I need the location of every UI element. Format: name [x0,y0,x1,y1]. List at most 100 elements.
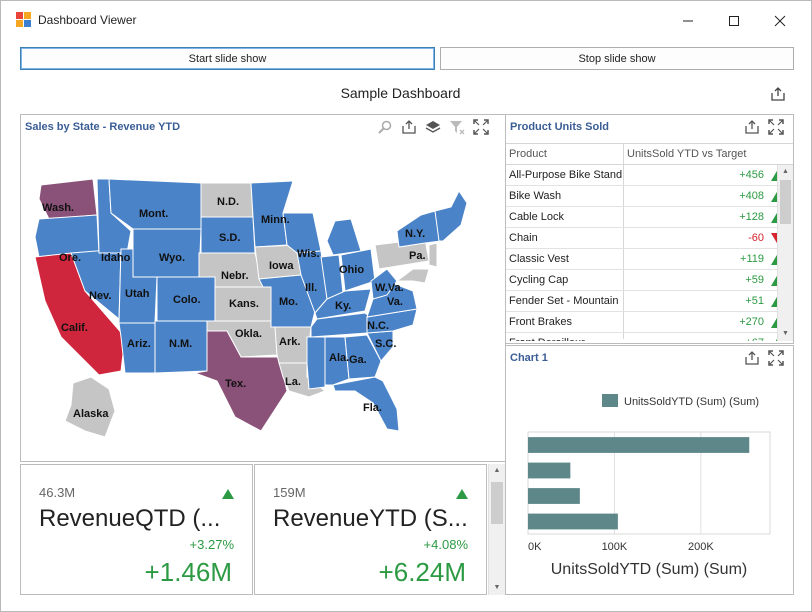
clear-filter-icon[interactable] [449,119,465,135]
scroll-down-icon[interactable]: ▼ [778,327,793,341]
map-state-label: Alaska [73,408,109,420]
kpi-card-revenue-ytd[interactable]: 159M RevenueYTD (S... +4.08% +6.24M [254,464,487,595]
delta-cell: +59 [745,274,764,286]
kpi-card-title: RevenueQTD (... [39,505,221,532]
maximize-button[interactable] [711,7,757,35]
map-state-maryland [395,268,430,284]
delta-cell: +270 [739,316,764,328]
us-map[interactable]: Wash. Ore. Calif. Nev. Idaho Mont. Wyo. Utah Col… [21,141,505,461]
map-state-label: Nebr. [221,270,249,282]
export-icon[interactable] [770,86,786,102]
grid-header: Product UnitsSold YTD vs Target [506,143,793,165]
export-icon[interactable] [744,119,760,135]
delta-cell: +408 [739,190,764,202]
dashboard-surface: Sample Dashboard Sales by State - Revenu… [8,77,805,595]
map-state-label: N.C. [367,320,389,332]
axis-tick-label: 0K [528,541,542,553]
grid-scrollbar[interactable]: ▲ ▼ [777,165,793,341]
table-row[interactable]: Fender Set - Mountain +51 [506,291,778,312]
map-state-oregon [34,214,100,258]
start-slide-show-button[interactable]: Start slide show [20,47,435,70]
cards-scrollbar[interactable]: ▲ ▼ [488,464,505,595]
map-state-label: Mo. [279,296,298,308]
product-cell: All-Purpose Bike Stand [509,169,623,181]
map-state-new-england [434,190,468,242]
minimize-icon [683,20,693,22]
maximize-icon[interactable] [768,350,784,366]
table-row[interactable]: Front Derailleur +67 [506,333,778,341]
table-row[interactable]: Cable Lock +128 [506,207,778,228]
scroll-up-icon[interactable]: ▲ [489,464,505,478]
product-cell: Classic Vest [509,253,569,265]
table-row[interactable]: Cycling Cap +59 [506,270,778,291]
bar [528,462,571,479]
table-row[interactable]: All-Purpose Bike Stand +456 [506,165,778,186]
kpi-card-actual: 46.3M [39,485,76,500]
close-button[interactable] [757,7,803,35]
delta-cell: +119 [740,253,764,265]
maximize-icon [729,16,739,26]
map-state-label: S.C. [375,338,396,350]
kpi-card-actual: 159M [273,485,306,500]
table-row[interactable]: Classic Vest +119 [506,249,778,270]
product-cell: Cable Lock [509,211,565,223]
layers-icon[interactable] [425,119,441,135]
minimize-button[interactable] [665,7,711,35]
scroll-down-icon[interactable]: ▼ [489,581,505,595]
map-state-new-jersey [428,242,438,268]
kpi-card-title: RevenueYTD (S... [273,505,468,532]
delta-cell: -60 [748,232,764,244]
map-state-label: Ky. [335,300,351,312]
scroll-thumb[interactable] [780,180,791,224]
map-state-label: N.M. [169,338,192,350]
table-row[interactable]: Bike Wash +408 [506,186,778,207]
map-state-label: Ala. [329,352,349,364]
trend-up-icon [222,489,234,499]
map-state-label: Mont. [139,208,168,220]
dashboard-viewer-window: Dashboard Viewer Start slide show Stop s… [0,0,812,612]
scroll-thumb[interactable] [491,482,503,524]
zoom-icon[interactable] [377,119,393,135]
delta-cell: +128 [739,211,764,223]
column-header-units[interactable]: UnitsSold YTD vs Target [627,148,746,160]
map-state-label: Wis. [297,248,320,260]
map-state-label: Utah [125,288,150,300]
scroll-up-icon[interactable]: ▲ [778,165,793,179]
title-bar: Dashboard Viewer [1,1,811,39]
bar-chart[interactable]: UnitsSoldYTD (Sum) (Sum) 0K 100K 200K UnitsS… [506,372,793,594]
map-state-label: N.D. [217,196,239,208]
bar [528,437,750,453]
maximize-icon[interactable] [473,119,489,135]
product-cell: Bike Wash [509,190,562,202]
product-cell: Chain [509,232,538,244]
export-icon[interactable] [401,119,417,135]
app-logo-icon [16,12,31,27]
map-state-mississippi [306,336,326,390]
map-state-label: Tex. [225,378,246,390]
map-state-label: Iowa [269,260,294,272]
kpi-card-revenue-qtd[interactable]: 46.3M RevenueQTD (... +3.27% +1.46M [20,464,253,595]
x-axis-title: UnitsSoldYTD (Sum) (Sum) [551,561,747,578]
column-header-product[interactable]: Product [509,148,547,160]
map-panel-title: Sales by State - Revenue YTD [25,121,181,133]
maximize-icon[interactable] [768,119,784,135]
map-state-label: Calif. [61,322,88,334]
stop-slide-show-button[interactable]: Stop slide show [440,47,794,70]
legend-label: UnitsSoldYTD (Sum) (Sum) [624,396,759,408]
product-units-panel: Product Units Sold Product UnitsSold YTD… [505,114,794,344]
map-state-label: Wyo. [159,252,185,264]
map-state-label: Nev. [89,290,111,302]
map-panel: Sales by State - Revenue YTD Wash. Ore. … [20,114,506,462]
map-state-label: Ore. [59,252,81,264]
legend-swatch [602,394,618,407]
table-row[interactable]: Front Brakes +270 [506,312,778,333]
map-state-label: S.D. [219,232,240,244]
export-icon[interactable] [744,350,760,366]
bar [528,488,580,504]
map-state-label: Ill. [305,282,317,294]
map-state-label: Fla. [363,402,382,414]
window-title: Dashboard Viewer [38,13,137,27]
chart-panel: Chart 1 UnitsSoldYTD (Sum) (Sum) 0K 100K 20… [505,345,794,595]
map-state-montana [108,178,202,230]
table-row[interactable]: Chain -60 [506,228,778,249]
